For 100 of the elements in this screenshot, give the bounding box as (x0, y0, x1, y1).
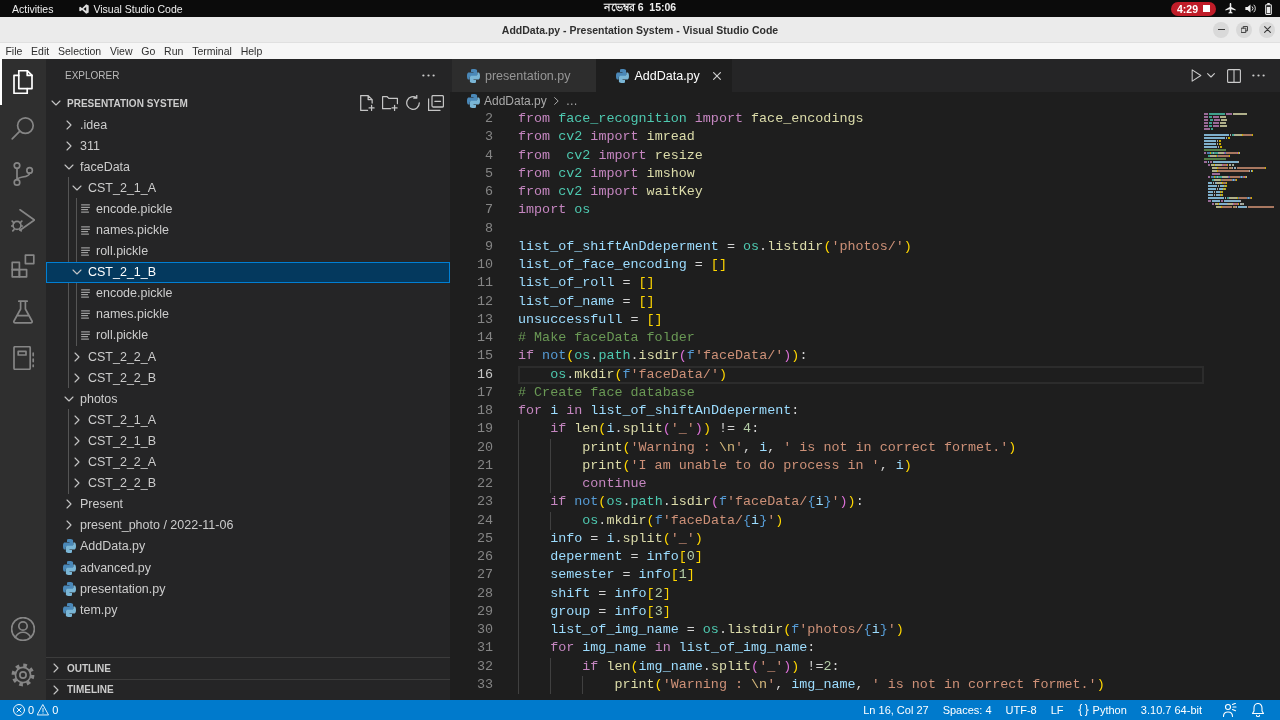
chevron-down-icon[interactable] (64, 395, 74, 402)
status-item[interactable]: UTF-8 (998, 704, 1044, 716)
tree-item[interactable]: CST_2_2_A (46, 346, 450, 368)
tree-item[interactable]: names.pickle (46, 219, 450, 241)
code-line: from cv2 import imshow (518, 164, 695, 183)
status-item[interactable]: Ln 16, Col 27 (856, 704, 936, 716)
menu-item[interactable]: Run (159, 45, 188, 57)
chevron-down-icon[interactable] (72, 184, 82, 191)
python-file-icon (62, 560, 76, 575)
line-number: 15 (475, 347, 493, 366)
tree-item[interactable]: roll.pickle (46, 324, 450, 347)
airplane-icon[interactable] (1225, 3, 1236, 14)
caret-icon[interactable] (1207, 73, 1215, 78)
chevron-right-icon[interactable] (53, 684, 59, 695)
menu-item[interactable]: File (1, 45, 27, 57)
more-icon[interactable] (1252, 74, 1265, 77)
tree-item[interactable]: encode.pickle (46, 198, 450, 220)
status-item[interactable]: 3.10.7 64-bit (1133, 704, 1209, 716)
menu-item[interactable]: Terminal (187, 45, 237, 57)
editor-tab[interactable]: presentation.py (452, 59, 597, 92)
volume-icon[interactable] (1245, 3, 1256, 14)
status-item[interactable]: Spaces: 4 (935, 704, 999, 716)
editor-tab[interactable]: AddData.py (596, 59, 732, 92)
tree-item[interactable]: tem.py (46, 599, 450, 621)
files-icon (11, 70, 35, 94)
chevron-down-icon[interactable] (51, 100, 61, 106)
collapse-all-icon[interactable] (428, 95, 444, 111)
more-icon[interactable] (422, 74, 435, 77)
activities-button[interactable]: Activities (12, 2, 54, 15)
minimize-button[interactable] (1213, 21, 1229, 38)
chevron-right-icon[interactable] (74, 478, 80, 489)
app-menu[interactable]: Visual Studio Code (79, 2, 183, 15)
new-folder-icon[interactable] (382, 95, 398, 111)
chevron-right-icon[interactable] (74, 372, 80, 383)
chevron-right-icon[interactable] (74, 457, 80, 468)
tree-item[interactable]: CST_2_2_B (46, 367, 450, 389)
split-editor-icon[interactable] (1227, 68, 1241, 83)
chevron-right-icon[interactable] (53, 663, 59, 674)
chevron-right-icon[interactable] (74, 414, 80, 425)
line-number: 27 (475, 566, 493, 585)
tree-item[interactable]: present_photo / 2022-11-06 (46, 514, 450, 536)
lines-file-icon (80, 246, 90, 256)
menu-item[interactable]: Help (236, 45, 267, 57)
breadcrumb-item[interactable]: … (565, 94, 578, 108)
clock[interactable]: নভেম্বর 6 15:06 (603, 0, 677, 17)
chevron-right-icon[interactable] (66, 119, 72, 130)
tree-item[interactable]: names.pickle (46, 303, 450, 325)
line-number: 7 (483, 201, 493, 220)
bell-icon[interactable] (1251, 703, 1265, 717)
code-line: list_of_shiftAnDdeperment = os.listdir('photos/') (518, 237, 912, 256)
tree-item[interactable]: roll.pickle (46, 240, 450, 262)
close-icon[interactable] (712, 71, 721, 80)
chevron-right-icon[interactable] (74, 435, 80, 446)
chevron-right-icon[interactable] (66, 499, 72, 510)
chevron-down-icon[interactable] (72, 269, 82, 276)
recording-indicator[interactable]: 4:29 (1171, 1, 1216, 16)
workspace-header[interactable]: PRESENTATION SYSTEM (48, 97, 359, 109)
tree-item[interactable]: CST_2_2_A (46, 451, 450, 473)
tree-item[interactable]: advanced.py (46, 556, 450, 579)
tree-item[interactable]: presentation.py (46, 578, 450, 600)
python-file-icon (62, 581, 76, 596)
feedback-icon[interactable] (1223, 703, 1237, 717)
code-line: if not(os.path.isdir(f'faceData/')): (518, 347, 808, 366)
status-item[interactable]: Python (1070, 704, 1134, 716)
menu-item[interactable]: Selection (53, 45, 106, 57)
status-item[interactable]: LF (1043, 704, 1071, 716)
line-number: 17 (475, 383, 493, 402)
menu-item[interactable]: Go (136, 45, 160, 57)
battery-icon[interactable] (1265, 2, 1272, 15)
tree-item[interactable]: CST_2_1_B (46, 430, 450, 452)
chevron-right-icon[interactable] (66, 140, 72, 151)
section-header[interactable]: OUTLINE (46, 657, 450, 679)
new-file-icon[interactable] (359, 95, 375, 111)
tree-item[interactable]: AddData.py (46, 535, 450, 557)
chevron-right-icon[interactable] (74, 351, 80, 362)
tree-item[interactable]: CST_2_1_B (46, 261, 450, 283)
close-button[interactable] (1259, 21, 1275, 38)
code-line: os.mkdir(f'faceData/') (550, 365, 727, 384)
tree-item[interactable]: 311 (46, 135, 450, 157)
tree-item[interactable]: faceData (46, 156, 450, 178)
problems-button[interactable]: 0 0 (13, 704, 59, 716)
tree-item[interactable]: CST_2_2_B (46, 472, 450, 494)
refresh-icon[interactable] (405, 95, 421, 111)
chevron-down-icon[interactable] (64, 163, 74, 170)
tree-item[interactable]: CST_2_1_A (46, 409, 450, 431)
tree-item[interactable]: photos (46, 388, 450, 410)
restore-button[interactable] (1236, 21, 1252, 38)
menu-item[interactable]: View (105, 45, 137, 57)
menu-item[interactable]: Edit (26, 45, 54, 57)
tree-item[interactable]: Present (46, 493, 450, 515)
code-line: group = info[3] (550, 602, 671, 621)
breadcrumb-item[interactable]: AddData.py (484, 94, 547, 108)
tree-item[interactable]: .idea (46, 114, 450, 136)
tree-item[interactable]: CST_2_1_A (46, 177, 450, 199)
run-icon[interactable] (1191, 69, 1202, 82)
line-number: 24 (475, 511, 493, 530)
python-file-icon (62, 602, 76, 617)
tree-item[interactable]: encode.pickle (46, 282, 450, 304)
line-number: 26 (475, 548, 493, 566)
chevron-right-icon[interactable] (66, 520, 72, 531)
